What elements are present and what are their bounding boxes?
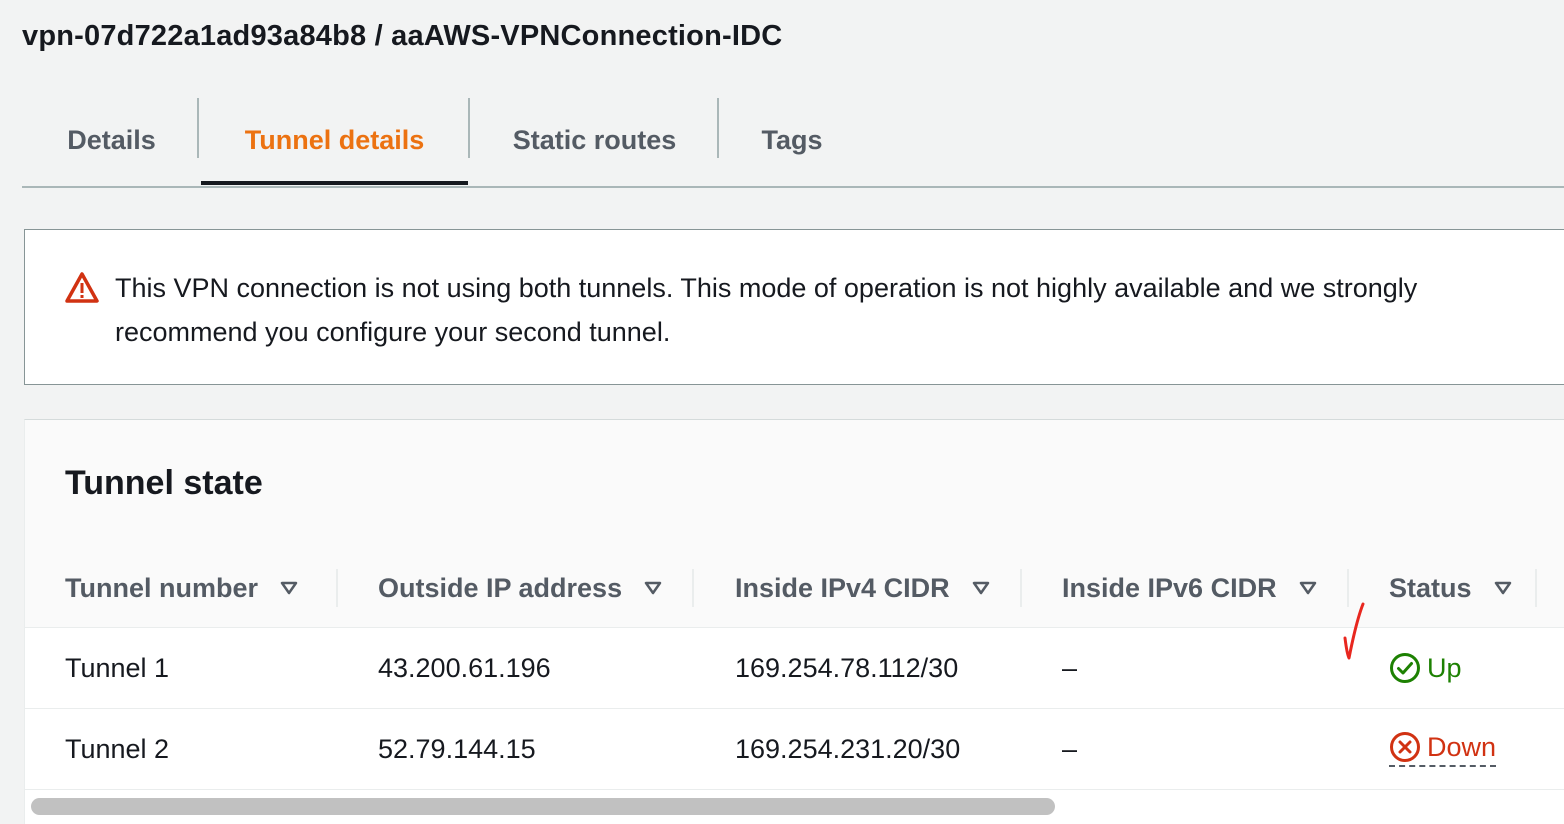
column-header-status[interactable]: Status — [1389, 549, 1512, 627]
sort-caret-icon[interactable] — [1299, 581, 1317, 595]
column-divider — [1020, 569, 1022, 607]
sort-caret-icon[interactable] — [644, 581, 662, 595]
status-down-label: Down — [1427, 731, 1497, 762]
cell-tunnel-number: Tunnel 2 — [65, 733, 170, 764]
panel-header: Tunnel state — [25, 420, 1564, 550]
cell-inside-ipv4: 169.254.78.112/30 — [735, 652, 959, 683]
column-header-label: Status — [1389, 572, 1472, 603]
column-header-inside-ipv6[interactable]: Inside IPv6 CIDR — [1062, 549, 1317, 627]
warning-message: This VPN connection is not using both tu… — [115, 273, 1418, 347]
tab-details[interactable]: Details — [22, 96, 201, 184]
status-up-label: Up — [1427, 652, 1462, 683]
sort-caret-icon[interactable] — [280, 581, 298, 595]
tab-divider — [468, 98, 470, 158]
cell-inside-ipv4: 169.254.231.20/30 — [735, 733, 961, 764]
tab-divider — [197, 98, 199, 158]
column-divider — [1535, 569, 1537, 607]
cell-outside-ip: 43.200.61.196 — [378, 652, 551, 683]
status-down-popover-trigger[interactable]: Down — [1389, 731, 1497, 767]
cell-status: Down — [1389, 709, 1497, 789]
error-circle-icon — [1390, 732, 1420, 762]
tab-divider — [717, 98, 719, 158]
column-header-outside-ip[interactable]: Outside IP address — [378, 549, 662, 627]
column-header-label: Tunnel number — [65, 572, 258, 603]
cell-outside-ip: 52.79.144.15 — [378, 733, 536, 764]
cell-inside-ipv6: – — [1062, 652, 1078, 683]
column-header-label: Inside IPv4 CIDR — [735, 572, 950, 603]
cell-inside-ipv6: – — [1062, 733, 1078, 764]
column-header-tunnel-number[interactable]: Tunnel number — [65, 549, 298, 627]
table-row: Tunnel 2 52.79.144.15 169.254.231.20/30 … — [25, 709, 1564, 790]
horizontal-scrollbar[interactable] — [31, 798, 1055, 815]
column-header-inside-ipv4[interactable]: Inside IPv4 CIDR — [735, 549, 990, 627]
cell-tunnel-number: Tunnel 1 — [65, 652, 170, 683]
cell-status: Up — [1389, 628, 1462, 708]
check-circle-icon — [1390, 653, 1420, 683]
active-tab-indicator — [201, 181, 468, 185]
tab-tunnel-details[interactable]: Tunnel details — [201, 96, 468, 184]
table-header: Tunnel number Outside IP address Inside … — [25, 549, 1564, 628]
panel-title: Tunnel state — [65, 464, 263, 502]
warning-icon — [65, 272, 99, 303]
handwritten-check-annotation — [1343, 602, 1365, 660]
sort-caret-icon[interactable] — [1494, 581, 1512, 595]
tab-tags[interactable]: Tags — [721, 96, 863, 184]
column-divider — [336, 569, 338, 607]
tab-bar: Details Tunnel details Static routes Tag… — [22, 96, 1564, 188]
sort-caret-icon[interactable] — [972, 581, 990, 595]
table-row: Tunnel 1 43.200.61.196 169.254.78.112/30… — [25, 628, 1564, 709]
warning-alert: This VPN connection is not using both tu… — [24, 229, 1564, 385]
column-header-label: Inside IPv6 CIDR — [1062, 572, 1277, 603]
page-title: vpn-07d722a1ad93a84b8 / aaAWS-VPNConnect… — [22, 20, 783, 52]
tab-static-routes[interactable]: Static routes — [472, 96, 717, 184]
tunnel-state-panel: Tunnel state Tunnel number Outside IP ad… — [24, 419, 1564, 824]
column-divider — [692, 569, 694, 607]
column-header-label: Outside IP address — [378, 572, 623, 603]
